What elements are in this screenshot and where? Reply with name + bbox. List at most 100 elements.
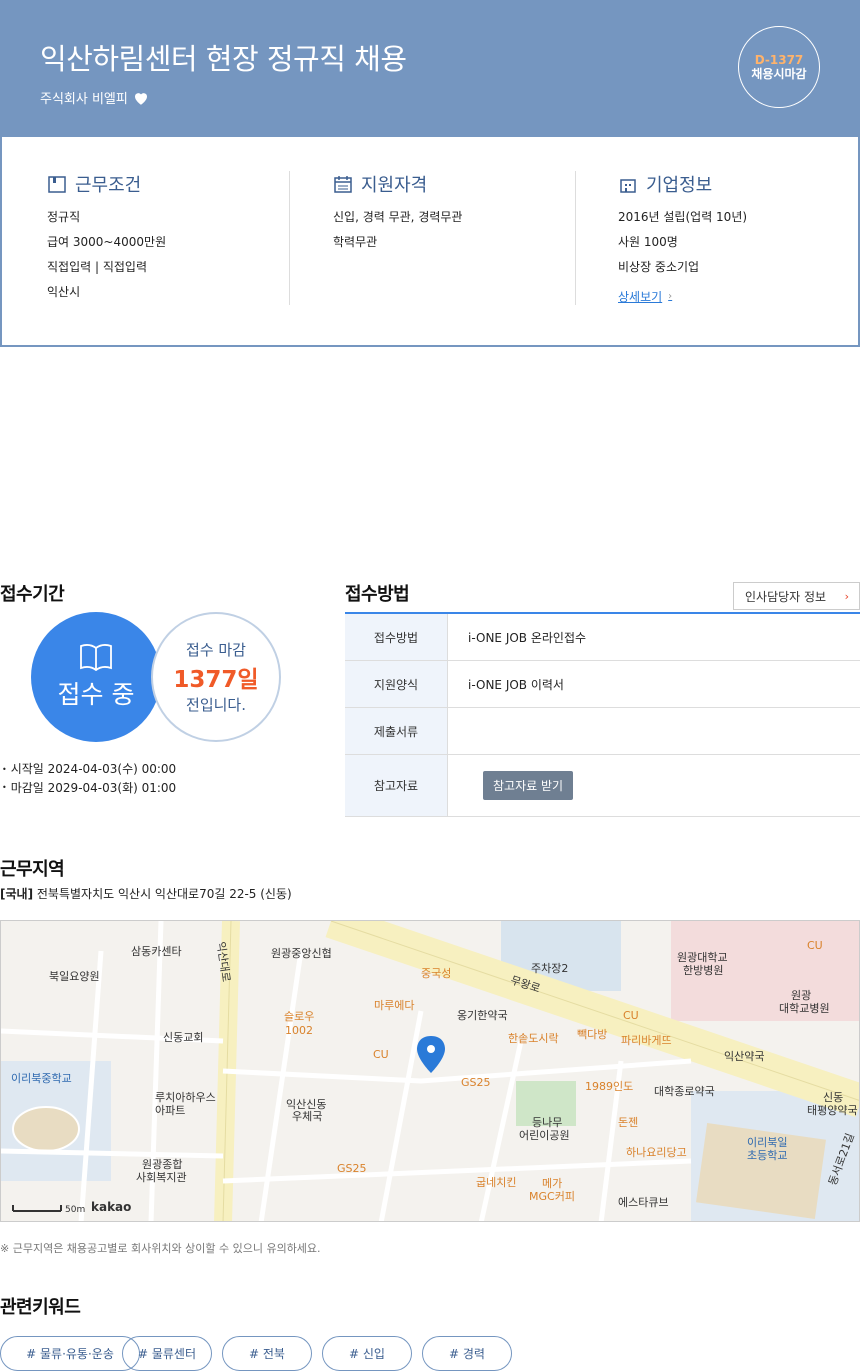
deadline-label: 접수 마감 (186, 641, 246, 659)
keywords-title: 관련키워드 (0, 1297, 81, 1318)
table-row: 참고자료 참고자료 받기 (345, 755, 860, 817)
qualification-item: 학력무관 (333, 235, 378, 249)
condition-item: 급여 3000~4000만원 (47, 235, 167, 249)
work-conditions-label: 근무조건 (75, 175, 142, 196)
work-conditions-title: 근무조건 (47, 171, 277, 197)
row-label: 제출서류 (345, 708, 448, 754)
map-place-label[interactable]: 하나요리당고 (626, 1147, 687, 1159)
qualification-item: 신입, 경력 무관, 경력무관 (333, 210, 463, 224)
period-title: 접수기간 (0, 584, 65, 605)
keyword-tag[interactable]: # 물류·유통·운송 (0, 1336, 140, 1371)
method-title: 접수방법 (345, 584, 410, 605)
map-marker-icon[interactable] (417, 1036, 445, 1073)
map-place-label[interactable]: 삼동카센타 (131, 946, 182, 958)
map-place-label[interactable]: 아파트 (155, 1105, 185, 1117)
hr-info-button[interactable]: 인사담당자 정보 › (733, 582, 860, 610)
keyword-tag[interactable]: # 전북 (222, 1336, 312, 1371)
company-detail-label: 상세보기 (618, 290, 663, 304)
company-name-row: 주식회사 비엘피 (40, 88, 150, 107)
status-circle: 접수 중 (31, 612, 161, 742)
work-address: [국내] 전북특별자치도 익산시 익산대로70길 22-5 (신동) (0, 885, 292, 902)
map-place-label[interactable]: GS25 (337, 1163, 367, 1175)
map-place-label[interactable]: 메가 (542, 1178, 562, 1190)
map-place-label[interactable]: 돈젠 (618, 1117, 638, 1129)
row-value (448, 708, 860, 754)
map-place-label[interactable]: 어린이공원 (519, 1130, 570, 1142)
map-place-label[interactable]: 1002 (285, 1025, 313, 1037)
row-value: 참고자료 받기 (448, 755, 860, 816)
map-place-label[interactable]: 옹기한약국 (457, 1010, 508, 1022)
map-place-label[interactable]: 루치아하우스 (155, 1092, 216, 1104)
company-info-label: 기업정보 (646, 175, 713, 196)
end-date: 마감일 2029-04-03(화) 01:00 (2, 779, 176, 798)
keyword-tag[interactable]: # 경력 (422, 1336, 512, 1371)
kakao-logo: kakao (91, 1200, 132, 1214)
map-place-label[interactable]: 원광종합 (142, 1159, 182, 1171)
map-place-label[interactable]: GS25 (461, 1077, 491, 1089)
map-place-label[interactable]: 북일요양원 (49, 971, 100, 983)
map-place-label[interactable]: 신동 (823, 1092, 843, 1104)
map-place-label[interactable]: 한방병원 (683, 965, 723, 977)
map-place-label[interactable]: 빽다방 (577, 1029, 607, 1041)
map-place-label[interactable]: 사회복지관 (136, 1172, 187, 1184)
map-place-label[interactable]: 원광중앙신협 (271, 948, 332, 960)
location-note: ※ 근무지역은 채용공고별로 회사위치와 상이할 수 있으니 유의하세요. (0, 1242, 321, 1255)
calendar-icon (334, 176, 352, 193)
map-place-label[interactable]: 이리북일 (747, 1137, 787, 1149)
days-left: 1377일 (173, 667, 259, 693)
download-reference-button[interactable]: 참고자료 받기 (483, 771, 574, 800)
company-info-title: 기업정보 (618, 171, 848, 197)
map-place-label[interactable]: 한솥도시락 (508, 1033, 559, 1045)
map-place-label[interactable]: 주차장2 (531, 963, 568, 975)
map-place-label[interactable]: CU (373, 1049, 389, 1061)
divider (575, 171, 576, 305)
map-place-label[interactable]: 이리북중학교 (11, 1073, 72, 1085)
status-text: 접수 중 (57, 680, 135, 709)
company-name[interactable]: 주식회사 비엘피 (40, 88, 128, 107)
keyword-tag[interactable]: # 신입 (322, 1336, 412, 1371)
map-place-label[interactable]: 에스타큐브 (618, 1197, 669, 1209)
map-place-label[interactable]: 마루에다 (374, 1000, 414, 1012)
map-place-label[interactable]: CU (623, 1010, 639, 1022)
map-place-label[interactable]: CU (807, 940, 823, 952)
book-icon (80, 644, 112, 671)
map-place-label[interactable]: 1989인도 (585, 1081, 633, 1093)
map-place-label[interactable]: 대학교병원 (779, 1003, 830, 1015)
address-text: 전북특별자치도 익산시 익산대로70길 22-5 (신동) (36, 887, 292, 901)
map-place-label[interactable]: 중국성 (421, 968, 451, 980)
heart-icon[interactable] (132, 89, 150, 107)
map-place-label[interactable]: 파리바게뜨 (621, 1035, 672, 1047)
hr-info-label: 인사담당자 정보 (745, 589, 827, 604)
document-icon (48, 176, 66, 193)
qualifications-label: 지원자격 (361, 175, 428, 196)
row-label: 참고자료 (345, 755, 448, 816)
table-row: 접수방법 i-ONE JOB 온라인접수 (345, 614, 860, 661)
job-title: 익산하림센터 현장 정규직 채용 (40, 42, 407, 76)
keyword-tag[interactable]: # 물류센터 (122, 1336, 212, 1371)
map-place-label[interactable]: 우체국 (292, 1111, 322, 1123)
method-table: 접수방법 i-ONE JOB 온라인접수 지원양식 i-ONE JOB 이력서 … (345, 612, 860, 817)
map-place-label[interactable]: 원광대학교 (677, 952, 728, 964)
map-place-label[interactable]: 슬로우 (284, 1011, 314, 1023)
map-place-label[interactable]: 등나무 (532, 1117, 562, 1129)
map-place-label[interactable]: 초등학교 (747, 1150, 787, 1162)
map-place-label[interactable]: 태평양약국 (807, 1105, 858, 1117)
map-place-label[interactable]: 원광 (791, 990, 811, 1002)
company-detail-link[interactable]: 상세보기 › (618, 288, 848, 305)
company-info-item: 비상장 중소기업 (618, 260, 700, 274)
map-place-label[interactable]: 신동교회 (163, 1032, 203, 1044)
chevron-right-icon: › (844, 589, 849, 603)
map-place-label[interactable]: 굽네치킨 (476, 1177, 516, 1189)
map-place-label[interactable]: 대학종로약국 (654, 1086, 715, 1098)
map-scale: 50m (65, 1205, 86, 1215)
job-header: 익산하림센터 현장 정규직 채용 주식회사 비엘피 D-1377 채용시마감 (0, 0, 860, 137)
table-row: 제출서류 (345, 708, 860, 755)
map-place-label[interactable]: MGC커피 (529, 1191, 575, 1203)
divider (289, 171, 290, 305)
summary-box: 근무조건 정규직 급여 3000~4000만원 직접입력 | 직접입력 익산시 … (0, 137, 860, 347)
location-map[interactable]: 삼동카센타 원광중앙신협북일요양원 중국성 주차장2 원광대학교 한방병원 CU 슬로우 100… (0, 920, 860, 1222)
region-tag: [국내] (0, 887, 34, 901)
map-place-label[interactable]: 익산약국 (724, 1051, 764, 1063)
qualifications: 지원자격 신입, 경력 무관, 경력무관 학력무관 (333, 171, 563, 305)
company-info-item: 사원 100명 (618, 235, 678, 249)
